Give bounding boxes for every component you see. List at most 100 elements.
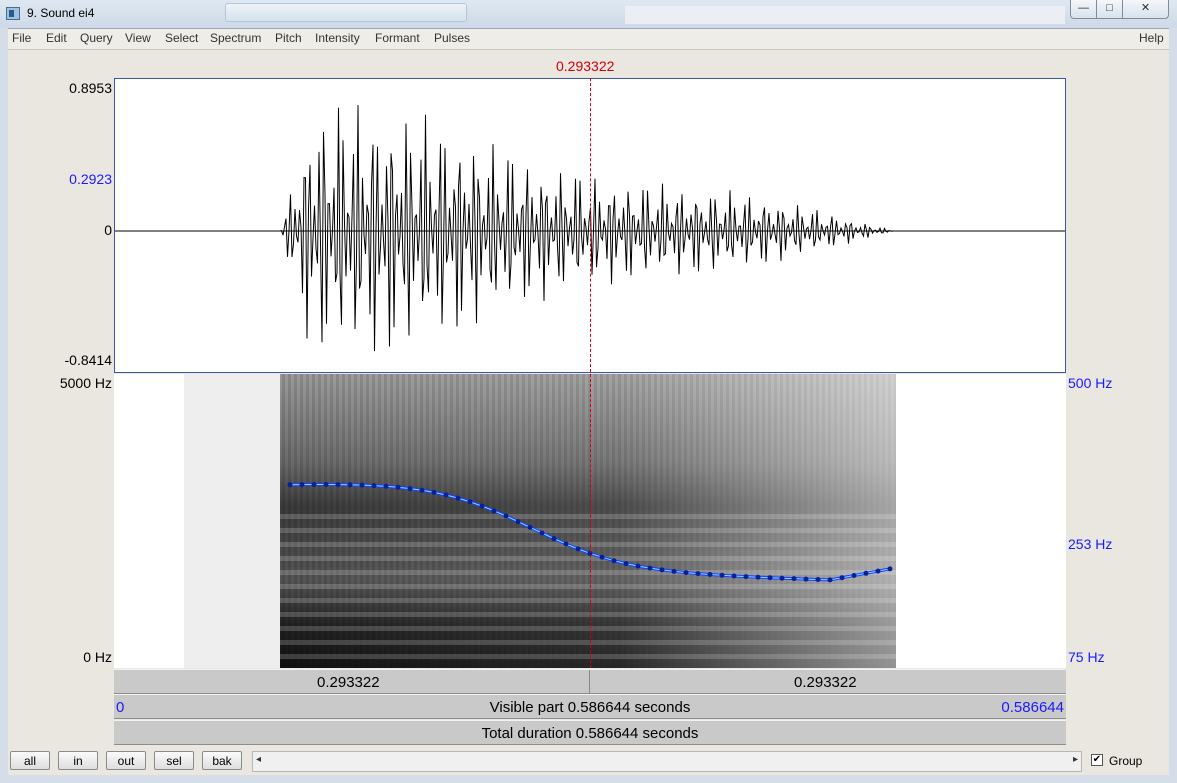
cursor-line — [590, 78, 591, 668]
menu-intensity[interactable]: Intensity — [315, 31, 360, 45]
pitch-point — [551, 536, 557, 542]
selection-bar[interactable]: 0.293322 0.293322 — [114, 669, 1066, 694]
pitch-point — [875, 568, 881, 574]
group-checkbox[interactable]: ✔ — [1091, 754, 1103, 766]
pitch-point — [851, 573, 857, 578]
selection-split — [589, 670, 590, 694]
spec-freq-top: 5000 Hz — [59, 375, 112, 391]
pitch-point — [359, 482, 365, 488]
pitch-point — [599, 554, 605, 560]
pitch-point — [419, 487, 425, 493]
pitch-point — [287, 482, 293, 488]
pitch-point — [731, 573, 737, 579]
pitch-point — [395, 484, 401, 490]
pitch-point — [455, 495, 461, 501]
title-bar: 9. Sound ei4 — □ ✕ — [0, 0, 1177, 29]
right-part-duration[interactable]: 0.293322 — [794, 674, 857, 691]
pitch-point — [515, 519, 521, 525]
menu-edit[interactable]: Edit — [46, 31, 67, 45]
pitch-point — [479, 503, 485, 509]
total-duration-bar[interactable]: Total duration 0.586644 seconds — [114, 720, 1066, 745]
pitch-point — [683, 570, 689, 576]
visible-end: 0.586644 — [1001, 699, 1064, 716]
pitch-point — [743, 574, 749, 580]
left-part-duration[interactable]: 0.293322 — [317, 674, 380, 691]
wave-y-min: -0.8414 — [64, 352, 112, 368]
window-frame-right — [1169, 28, 1177, 783]
close-button[interactable]: ✕ — [1122, 0, 1169, 19]
window-title: 9. Sound ei4 — [27, 6, 95, 20]
visible-part-label: Visible part 0.586644 seconds — [489, 699, 691, 716]
pitch-point — [767, 575, 773, 581]
pitch-point — [407, 486, 413, 492]
maximize-button[interactable]: □ — [1096, 0, 1123, 19]
window-frame-left — [0, 28, 8, 783]
pitch-point — [491, 508, 497, 514]
pitch-point — [335, 482, 341, 488]
menu-pitch[interactable]: Pitch — [275, 31, 302, 45]
menu-query[interactable]: Query — [80, 31, 113, 45]
pitch-point — [827, 577, 833, 583]
menu-file[interactable]: File — [12, 31, 31, 45]
pitch-point — [431, 489, 437, 495]
visible-part-bar[interactable]: 0 Visible part 0.586644 seconds 0.586644 — [114, 694, 1066, 719]
pitch-point — [839, 575, 845, 581]
title-bar-decoration-2 — [625, 6, 1065, 24]
pitch-point — [863, 570, 869, 576]
pitch-point — [563, 541, 569, 547]
pitch-point — [779, 575, 785, 581]
wave-y-zero: 0 — [104, 222, 112, 238]
minimize-button[interactable]: — — [1070, 0, 1097, 19]
pitch-point — [467, 499, 473, 505]
pitch-point — [371, 483, 377, 489]
pitch-point — [503, 513, 509, 519]
menu-select[interactable]: Select — [165, 31, 198, 45]
menu-spectrum[interactable]: Spectrum — [210, 31, 261, 45]
pitch-point — [443, 492, 449, 498]
pitch-point — [347, 482, 353, 488]
pitch-mid-label: 253 Hz — [1068, 536, 1113, 552]
zoom-in-button[interactable]: in — [58, 751, 98, 770]
pitch-point — [803, 576, 809, 582]
pitch-point — [719, 572, 725, 578]
pitch-point — [887, 566, 893, 572]
wave-y-cursor: 0.2923 — [69, 171, 112, 187]
pitch-point — [539, 530, 545, 536]
pitch-point — [791, 576, 797, 582]
menu-pulses[interactable]: Pulses — [434, 31, 470, 45]
wave-y-max: 0.8953 — [69, 80, 112, 96]
pitch-point — [755, 574, 761, 580]
pitch-point — [311, 482, 317, 487]
pitch-point — [647, 565, 653, 571]
menu-view[interactable]: View — [125, 31, 151, 45]
pitch-point — [611, 558, 617, 564]
menu-formant[interactable]: Formant — [375, 31, 420, 45]
zoom-back-button[interactable]: bak — [202, 751, 242, 770]
pitch-point — [707, 572, 713, 577]
cursor-time-label: 0.293322 — [556, 58, 615, 74]
time-scrollbar[interactable]: ◂ ▸ — [252, 751, 1082, 772]
pitch-bottom-label: 75 Hz — [1068, 649, 1105, 665]
pitch-point — [383, 483, 389, 489]
pitch-point — [659, 567, 665, 573]
pitch-point — [323, 482, 329, 487]
zoom-sel-button[interactable]: sel — [154, 751, 194, 770]
zoom-out-button[interactable]: out — [106, 751, 146, 770]
total-duration-label: Total duration 0.586644 seconds — [481, 725, 699, 742]
pitch-point — [623, 561, 629, 567]
menu-bar: File Edit Query View Select Spectrum Pit… — [8, 29, 1169, 50]
scroll-left-icon[interactable]: ◂ — [256, 754, 261, 765]
title-bar-decoration — [225, 3, 467, 22]
menu-help[interactable]: Help — [1139, 31, 1164, 45]
spectrogram-noise — [184, 374, 280, 668]
pitch-point — [299, 482, 305, 488]
zoom-all-button[interactable]: all — [10, 751, 50, 770]
pitch-point — [635, 563, 641, 569]
scroll-right-icon[interactable]: ▸ — [1073, 754, 1078, 765]
window-frame-bottom — [0, 775, 1177, 783]
pitch-top-label: 500 Hz — [1068, 375, 1113, 391]
pitch-point — [815, 577, 821, 582]
app-icon — [6, 7, 20, 20]
pitch-point — [527, 524, 533, 530]
spec-freq-bottom: 0 Hz — [83, 649, 112, 665]
